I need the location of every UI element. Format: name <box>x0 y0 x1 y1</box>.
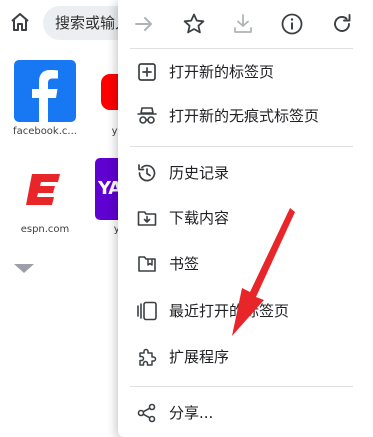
menu-item-share[interactable]: 分享... <box>118 393 373 433</box>
history-icon <box>138 164 156 182</box>
menu-item-label: 下载内容 <box>169 209 230 227</box>
bookmark-button[interactable] <box>182 12 206 36</box>
menu-item-label: 历史记录 <box>169 164 230 182</box>
menu-item-new-incognito-tab[interactable]: 打开新的无痕式标签页 <box>118 96 373 136</box>
refresh-icon <box>334 14 351 32</box>
home-icon <box>11 13 29 31</box>
menu-item-label: 扩展程序 <box>169 348 230 366</box>
menu-divider <box>130 146 353 147</box>
overflow-menu: 打开新的标签页 打开新的无痕式标签页 历史记录 下载内容 书签 最近打开的标签页… <box>118 0 373 437</box>
downloads-icon <box>137 211 157 226</box>
shortcut-label: facebook.c... <box>13 126 77 137</box>
facebook-logo-icon <box>14 60 76 122</box>
download-icon <box>234 14 252 33</box>
incognito-icon <box>137 107 157 124</box>
menu-item-recent-tabs[interactable]: 最近打开的标签页 <box>118 291 373 331</box>
shortcut-tile-facebook[interactable]: facebook.c... <box>13 60 77 137</box>
expand-shortcuts-icon[interactable] <box>14 264 34 273</box>
menu-item-label: 打开新的无痕式标签页 <box>169 107 320 125</box>
bookmark-star-icon <box>183 13 205 34</box>
menu-item-downloads[interactable]: 下载内容 <box>118 198 373 238</box>
extensions-icon <box>139 348 157 366</box>
bookmarks-icon <box>138 256 156 272</box>
shortcut-label: espn.com <box>20 224 70 235</box>
share-icon <box>137 403 156 423</box>
menu-item-label: 书签 <box>169 255 200 273</box>
page-info-button[interactable] <box>280 12 304 36</box>
menu-item-history[interactable]: 历史记录 <box>118 153 373 193</box>
espn-logo-icon <box>14 158 76 220</box>
new-tab-icon <box>138 63 156 81</box>
menu-item-extensions[interactable]: 扩展程序 <box>118 337 373 377</box>
refresh-button[interactable] <box>330 12 354 36</box>
forward-arrow-icon <box>135 17 152 31</box>
menu-toolbar <box>118 0 373 48</box>
menu-item-label: 打开新的标签页 <box>169 63 275 81</box>
shortcut-tile-espn[interactable]: espn.com <box>14 158 76 235</box>
menu-item-label: 最近打开的标签页 <box>169 302 290 320</box>
download-page-button[interactable] <box>231 12 255 36</box>
menu-item-new-tab[interactable]: 打开新的标签页 <box>118 52 373 92</box>
home-button[interactable] <box>9 11 31 33</box>
menu-divider <box>130 386 353 387</box>
menu-divider <box>130 48 353 49</box>
info-icon <box>281 13 303 35</box>
menu-item-bookmarks[interactable]: 书签 <box>118 244 373 284</box>
forward-button[interactable] <box>132 12 156 36</box>
menu-item-label: 分享... <box>169 404 214 422</box>
recent-tabs-icon <box>137 301 157 321</box>
